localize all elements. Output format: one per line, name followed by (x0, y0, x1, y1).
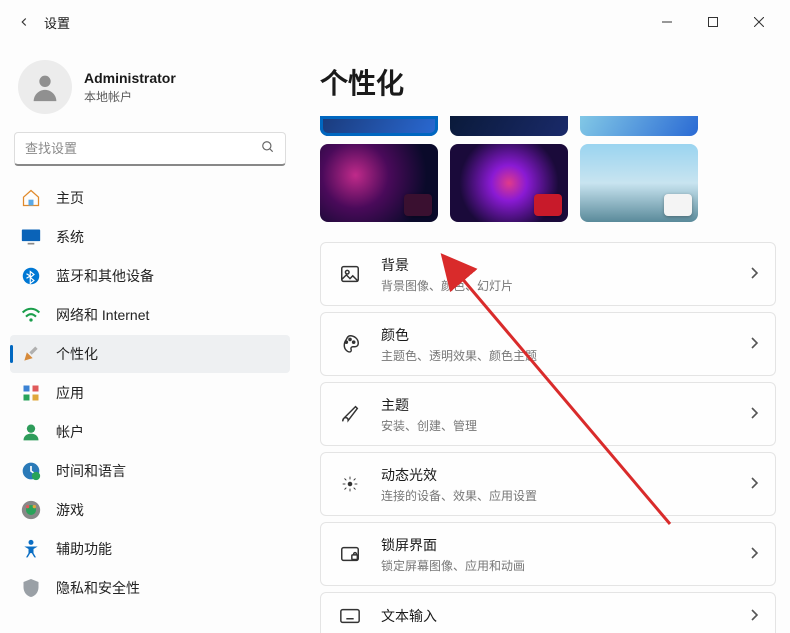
chevron-right-icon (749, 266, 759, 283)
sidebar-item-label: 应用 (56, 383, 84, 403)
home-icon (20, 187, 42, 209)
setting-text-input[interactable]: 文本输入 (320, 592, 776, 633)
sidebar: Administrator 本地帐户 主页 系统 (0, 44, 300, 633)
sidebar-item-privacy[interactable]: 隐私和安全性 (10, 569, 290, 607)
user-subtitle: 本地帐户 (84, 88, 176, 105)
setting-title: 背景 (381, 255, 749, 275)
theme-tile[interactable] (580, 144, 698, 222)
sidebar-item-gaming[interactable]: 游戏 (10, 491, 290, 529)
page-title: 个性化 (320, 62, 776, 102)
avatar (18, 60, 72, 114)
back-button[interactable] (8, 6, 40, 38)
sidebar-item-label: 游戏 (56, 500, 84, 520)
sidebar-item-label: 时间和语言 (56, 461, 126, 481)
chevron-right-icon (749, 608, 759, 625)
search-box[interactable] (14, 132, 286, 166)
sparkle-icon (337, 471, 363, 497)
sidebar-item-network[interactable]: 网络和 Internet (10, 296, 290, 334)
keyboard-icon (337, 603, 363, 629)
theme-tile[interactable] (450, 144, 568, 222)
search-icon (261, 140, 275, 157)
network-icon (20, 304, 42, 326)
sidebar-item-accessibility[interactable]: 辅助功能 (10, 530, 290, 568)
setting-title: 动态光效 (381, 465, 749, 485)
sidebar-item-label: 辅助功能 (56, 539, 112, 559)
apps-icon (20, 382, 42, 404)
chevron-right-icon (749, 476, 759, 493)
sidebar-item-label: 帐户 (56, 422, 84, 442)
setting-sub: 背景图像、颜色、幻灯片 (381, 277, 749, 294)
sidebar-item-account[interactable]: 帐户 (10, 413, 290, 451)
theme-tile-top[interactable] (450, 116, 568, 136)
maximize-button[interactable] (690, 6, 736, 38)
sidebar-item-apps[interactable]: 应用 (10, 374, 290, 412)
setting-background[interactable]: 背景 背景图像、颜色、幻灯片 (320, 242, 776, 306)
chevron-right-icon (749, 406, 759, 423)
setting-sub: 主题色、透明效果、颜色主题 (381, 347, 749, 364)
setting-dynamic-lighting[interactable]: 动态光效 连接的设备、效果、应用设置 (320, 452, 776, 516)
setting-sub: 连接的设备、效果、应用设置 (381, 487, 749, 504)
search-input[interactable] (25, 141, 261, 156)
gaming-icon (20, 499, 42, 521)
chevron-right-icon (749, 336, 759, 353)
sidebar-item-label: 网络和 Internet (56, 305, 149, 325)
theme-tile[interactable] (320, 144, 438, 222)
sidebar-item-label: 隐私和安全性 (56, 578, 140, 598)
setting-title: 文本输入 (381, 606, 749, 626)
user-name: Administrator (84, 70, 176, 86)
sidebar-item-time[interactable]: 时间和语言 (10, 452, 290, 490)
theme-row (320, 144, 776, 222)
sidebar-item-bluetooth[interactable]: 蓝牙和其他设备 (10, 257, 290, 295)
theme-tile-top[interactable] (320, 116, 438, 136)
setting-themes[interactable]: 主题 安装、创建、管理 (320, 382, 776, 446)
personalize-icon (20, 343, 42, 365)
settings-list: 背景 背景图像、颜色、幻灯片 颜色 主题色、透明效果、颜色主题 (320, 242, 776, 633)
image-icon (337, 261, 363, 287)
time-icon (20, 460, 42, 482)
setting-lock-screen[interactable]: 锁屏界面 锁定屏幕图像、应用和动画 (320, 522, 776, 586)
setting-title: 主题 (381, 395, 749, 415)
lock-screen-icon (337, 541, 363, 567)
privacy-icon (20, 577, 42, 599)
sidebar-item-label: 蓝牙和其他设备 (56, 266, 154, 286)
accessibility-icon (20, 538, 42, 560)
theme-tile-top[interactable] (580, 116, 698, 136)
window-title: 设置 (44, 13, 70, 32)
setting-title: 颜色 (381, 325, 749, 345)
close-button[interactable] (736, 6, 782, 38)
chevron-right-icon (749, 546, 759, 563)
brush-icon (337, 401, 363, 427)
bluetooth-icon (20, 265, 42, 287)
nav: 主页 系统 蓝牙和其他设备 网络和 Internet (8, 178, 292, 633)
account-icon (20, 421, 42, 443)
setting-title: 锁屏界面 (381, 535, 749, 555)
setting-sub: 锁定屏幕图像、应用和动画 (381, 557, 749, 574)
setting-colors[interactable]: 颜色 主题色、透明效果、颜色主题 (320, 312, 776, 376)
sidebar-item-system[interactable]: 系统 (10, 218, 290, 256)
sidebar-item-label: 主页 (56, 188, 84, 208)
main-content: 个性化 背景 背景图像、 (300, 44, 790, 633)
sidebar-item-home[interactable]: 主页 (10, 179, 290, 217)
user-block[interactable]: Administrator 本地帐户 (8, 50, 292, 132)
system-icon (20, 226, 42, 248)
sidebar-item-personalize[interactable]: 个性化 (10, 335, 290, 373)
minimize-button[interactable] (644, 6, 690, 38)
setting-sub: 安装、创建、管理 (381, 417, 749, 434)
palette-icon (337, 331, 363, 357)
sidebar-item-label: 系统 (56, 227, 84, 247)
theme-row-top (320, 116, 776, 136)
sidebar-item-label: 个性化 (56, 344, 98, 364)
